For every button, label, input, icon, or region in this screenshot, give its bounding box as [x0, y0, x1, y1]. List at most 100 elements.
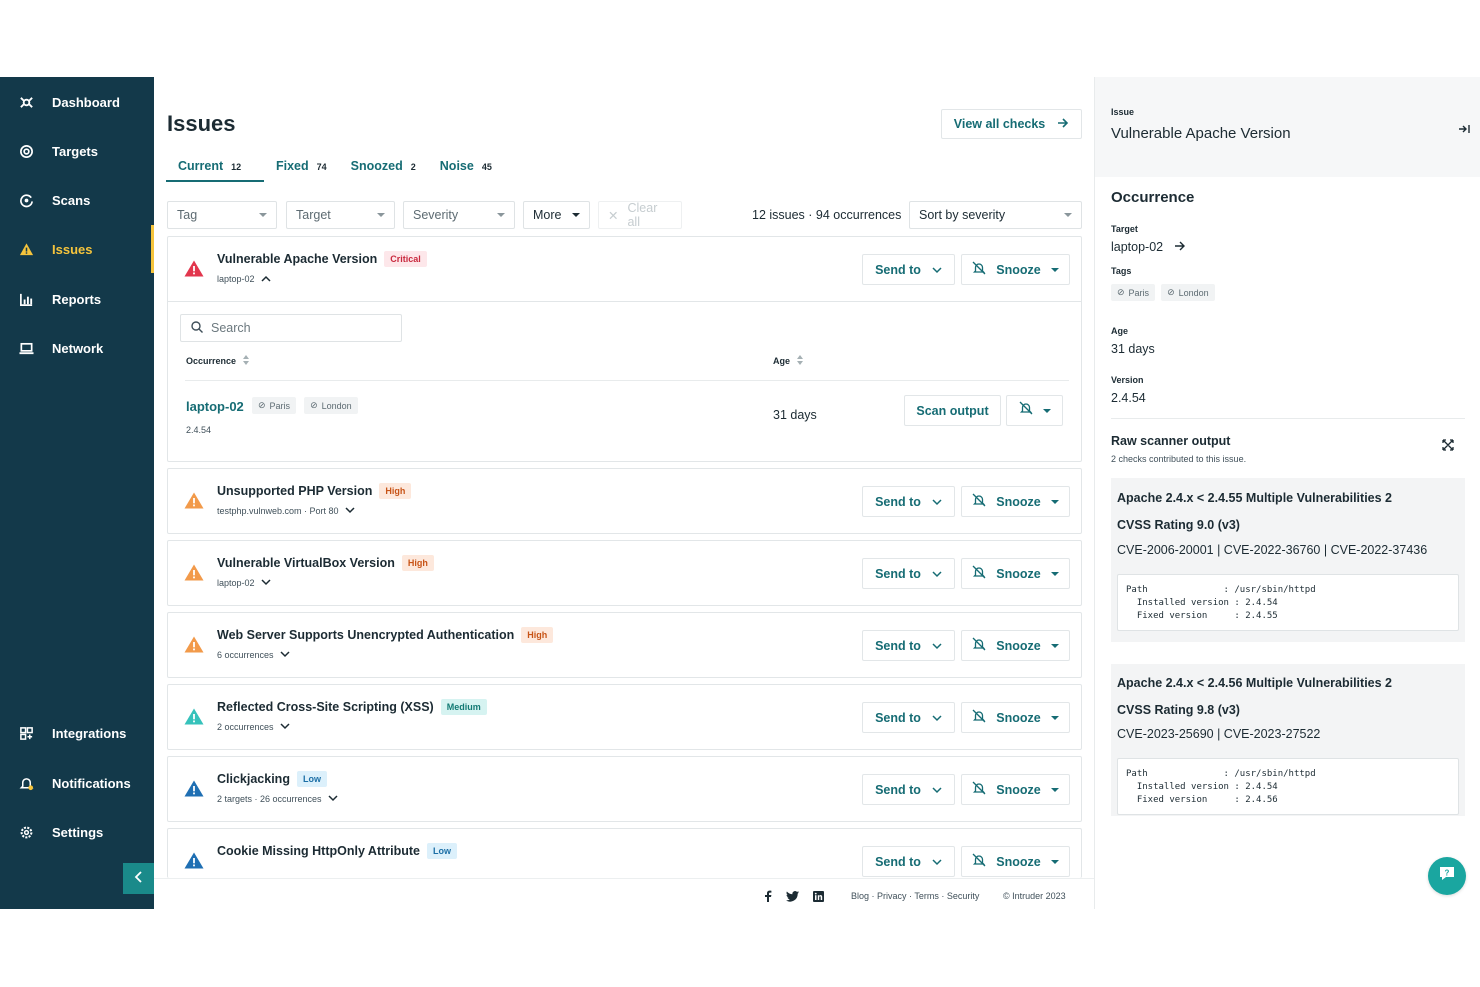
column-header-age[interactable]: Age	[773, 354, 804, 368]
snooze-button[interactable]: Snooze	[961, 254, 1070, 285]
tag-filter[interactable]: Tag	[167, 201, 277, 229]
facebook-icon[interactable]	[764, 889, 772, 907]
send-to-button[interactable]: Send to	[862, 630, 955, 661]
sidebar-item-targets[interactable]: Targets	[0, 127, 154, 175]
snooze-button[interactable]: Snooze	[961, 774, 1070, 805]
footer-links[interactable]: Blog · Privacy · Terms · Security	[851, 891, 979, 901]
sidebar-item-network[interactable]: Network	[0, 324, 154, 372]
target-value: laptop-02	[1111, 240, 1164, 254]
issue-row[interactable]: Vulnerable VirtualBox Version High laptop…	[168, 541, 1081, 605]
caret-down-icon	[259, 213, 267, 217]
tab-snoozed[interactable]: Snoozed 2	[339, 157, 428, 182]
issue-tabs: Current 12 Fixed 74 Snoozed 2 Noise 45	[166, 157, 504, 182]
view-all-label: View all checks	[953, 117, 1046, 131]
bell-off-icon	[972, 261, 986, 278]
scan-output-button[interactable]: Scan output	[904, 395, 1001, 426]
snooze-button[interactable]: Snooze	[961, 486, 1070, 517]
caret-down-icon	[1050, 267, 1059, 272]
age-label: Age	[1111, 326, 1129, 336]
issue-title-text: Clickjacking	[217, 772, 290, 786]
tag-label: London	[321, 400, 352, 411]
chat-button[interactable]: ?	[1428, 857, 1466, 895]
age-value: 31 days	[1111, 342, 1155, 356]
clear-all-button[interactable]: ✕ Clear all	[598, 201, 682, 229]
tab-count: 74	[316, 162, 327, 172]
chevron-down-icon	[932, 495, 942, 509]
sidebar-item-dashboard[interactable]: Dashboard	[0, 78, 154, 126]
sidebar-item-scans[interactable]: Scans	[0, 176, 154, 224]
chevron-down-icon	[932, 263, 942, 277]
snooze-button[interactable]: Snooze	[961, 846, 1070, 877]
issue-row[interactable]: Clickjacking Low 2 targets · 26 occurrenc…	[168, 757, 1081, 821]
issue-row[interactable]: Vulnerable Apache Version Critical laptop…	[168, 237, 1081, 301]
button-label: Snooze	[996, 854, 1041, 869]
caret-down-icon	[1050, 787, 1059, 792]
tab-current[interactable]: Current 12	[166, 157, 264, 182]
bell-off-icon	[972, 637, 986, 654]
caret-down-icon	[1064, 213, 1072, 217]
sidebar-item-label: Settings	[52, 824, 104, 840]
send-to-button[interactable]: Send to	[862, 486, 955, 517]
panel-target-link[interactable]: laptop-02	[1111, 240, 1186, 254]
issue-subtitle[interactable]: 2 occurrences	[217, 722, 290, 732]
severity-badge: High	[401, 555, 434, 571]
send-to-button[interactable]: Send to	[862, 774, 955, 805]
caret-down-icon	[1050, 571, 1059, 576]
target-filter[interactable]: Target	[286, 201, 395, 229]
check-title: Apache 2.4.x < 2.4.56 Multiple Vulnerabi…	[1117, 676, 1392, 690]
send-to-button[interactable]: Send to	[862, 254, 955, 285]
tab-noise[interactable]: Noise 45	[428, 157, 504, 182]
issue-row[interactable]: Unsupported PHP Version High testphp.vuln…	[168, 469, 1081, 533]
occurrence-search-input[interactable]: Search	[180, 314, 402, 342]
tab-fixed[interactable]: Fixed 74	[264, 157, 339, 182]
snooze-button[interactable]: Snooze	[961, 702, 1070, 733]
issue-subtitle[interactable]: 2 targets · 26 occurrences	[217, 794, 338, 804]
twitter-icon[interactable]	[786, 889, 799, 907]
send-to-button[interactable]: Send to	[862, 558, 955, 589]
critical-warning-icon	[184, 260, 204, 282]
linkedin-icon[interactable]	[813, 889, 824, 907]
panel-header: Issue Vulnerable Apache Version	[1095, 77, 1480, 177]
occurrence-target-link[interactable]: laptop-02	[186, 399, 244, 414]
collapse-sidebar-button[interactable]	[123, 863, 154, 894]
sidebar-item-issues[interactable]: Issues	[0, 225, 154, 273]
scanner-output-code: Path : /usr/sbin/httpd Installed version…	[1117, 574, 1459, 631]
occurrence-snooze-button[interactable]	[1006, 395, 1063, 426]
button-label: Send to	[875, 854, 921, 869]
issue-subtitle[interactable]: testphp.vulnweb.com · Port 80	[217, 506, 355, 516]
issue-row[interactable]: Reflected Cross-Site Scripting (XSS) Medi…	[168, 685, 1081, 749]
issue-row[interactable]: Cookie Missing HttpOnly Attribute Low Sen…	[168, 829, 1081, 878]
sidebar-item-settings[interactable]: Settings	[0, 808, 154, 856]
issue-card: Vulnerable VirtualBox Version High laptop…	[167, 540, 1082, 606]
send-to-button[interactable]: Send to	[862, 846, 955, 877]
check-cvss: CVSS Rating 9.0 (v3)	[1117, 518, 1240, 532]
sidebar-item-integrations[interactable]: Integrations	[0, 709, 154, 757]
issue-subtitle-text: 2 occurrences	[217, 722, 274, 732]
check-output-box: Apache 2.4.x < 2.4.55 Multiple Vulnerabi…	[1111, 478, 1465, 642]
issue-subtitle[interactable]: laptop-02	[217, 274, 271, 284]
more-filter[interactable]: More	[523, 201, 590, 229]
chart-icon	[0, 292, 52, 307]
sidebar-item-reports[interactable]: Reports	[0, 275, 154, 323]
issue-row[interactable]: Web Server Supports Unencrypted Authenti…	[168, 613, 1081, 677]
severity-badge: Medium	[440, 699, 487, 715]
sort-select[interactable]: Sort by severity	[909, 201, 1082, 229]
sidebar-item-notifications[interactable]: Notifications	[0, 759, 154, 807]
expand-icon[interactable]	[1442, 438, 1454, 456]
issue-subtitle[interactable]: 6 occurrences	[217, 650, 290, 660]
snooze-button[interactable]: Snooze	[961, 630, 1070, 661]
column-header-occurrence[interactable]: Occurrence	[186, 354, 250, 368]
bell-off-icon	[972, 853, 986, 870]
issue-subtitle[interactable]: laptop-02	[217, 578, 271, 588]
dashboard-icon	[0, 95, 52, 110]
svg-text:?: ?	[1445, 868, 1450, 877]
send-to-button[interactable]: Send to	[862, 702, 955, 733]
severity-filter[interactable]: Severity	[403, 201, 515, 229]
raw-output-subtitle: 2 checks contributed to this issue.	[1111, 454, 1247, 464]
issue-subtitle-text: testphp.vulnweb.com · Port 80	[217, 506, 339, 516]
sort-label: Sort by severity	[919, 208, 1006, 222]
view-all-checks-button[interactable]: View all checks	[941, 109, 1082, 139]
tab-count: 12	[231, 162, 242, 172]
snooze-button[interactable]: Snooze	[961, 558, 1070, 589]
collapse-panel-icon[interactable]	[1458, 121, 1470, 139]
